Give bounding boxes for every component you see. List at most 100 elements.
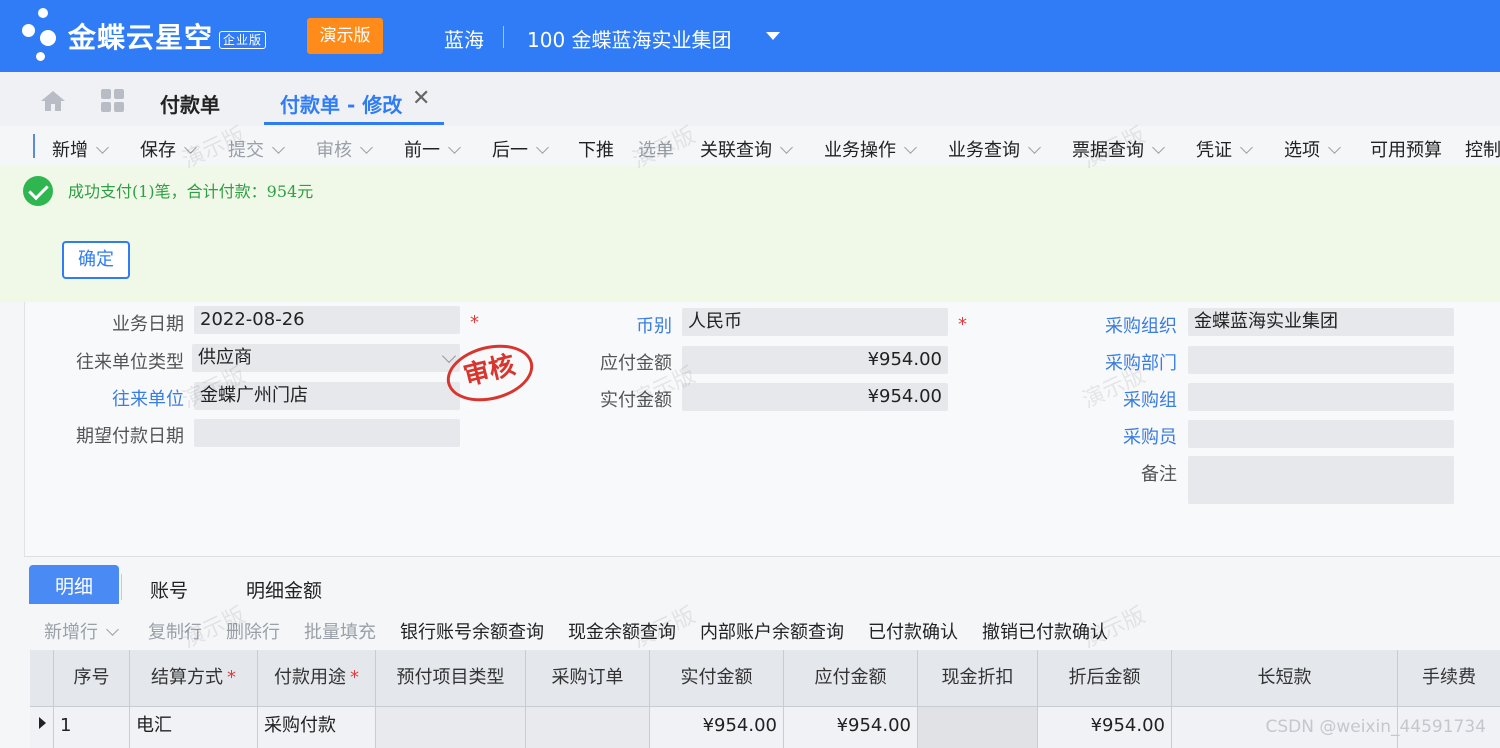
confirm-button[interactable]: 确定 xyxy=(62,241,130,279)
home-icon[interactable] xyxy=(40,90,66,112)
column-header[interactable]: 折后金额 xyxy=(1038,650,1172,706)
buyer-label[interactable]: 采购员 xyxy=(1123,423,1177,449)
tab-detail[interactable]: 明细 xyxy=(29,565,119,605)
select-bill-button[interactable]: 选单 xyxy=(638,136,674,162)
paid-amount-field[interactable]: ¥954.00 xyxy=(682,383,948,411)
chevron-down-icon[interactable] xyxy=(780,141,793,154)
payable-amount-field[interactable]: ¥954.00 xyxy=(682,346,948,374)
currency-field[interactable]: 人民币 xyxy=(682,308,948,336)
partner-type-select[interactable]: 供应商 xyxy=(192,344,460,372)
chevron-down-icon[interactable] xyxy=(96,141,109,154)
currency-label[interactable]: 币别 xyxy=(636,312,672,338)
bank-balance-query-button[interactable]: 银行账号余额查询 xyxy=(400,618,544,644)
chevron-down-icon[interactable] xyxy=(184,141,197,154)
chevron-down-icon[interactable] xyxy=(1240,141,1253,154)
cash-balance-query-button[interactable]: 现金余额查询 xyxy=(568,618,676,644)
chevron-down-icon[interactable] xyxy=(448,141,461,154)
related-query-button[interactable]: 关联查询 xyxy=(700,136,793,162)
chevron-down-icon[interactable] xyxy=(1152,141,1165,154)
tab-payment-list[interactable]: 付款单 xyxy=(160,89,220,118)
org-dropdown-icon[interactable] xyxy=(766,32,780,40)
purchase-group-field[interactable] xyxy=(1188,383,1454,411)
save-button[interactable]: 保存 xyxy=(140,136,197,162)
audit-button[interactable]: 审核 xyxy=(316,136,373,162)
column-header[interactable]: 付款用途 * xyxy=(258,650,376,706)
column-header[interactable]: 预付项目类型 xyxy=(376,650,526,706)
new-button[interactable]: 新增 xyxy=(52,136,109,162)
purchase-group-label[interactable]: 采购组 xyxy=(1123,386,1177,412)
tab-payment-edit[interactable]: 付款单 - 修改 xyxy=(280,89,402,118)
internal-account-query-button[interactable]: 内部账户余额查询 xyxy=(700,618,844,644)
bill-query-button[interactable]: 票据查询 xyxy=(1072,136,1165,162)
chevron-down-icon[interactable] xyxy=(272,141,285,154)
business-operation-button[interactable]: 业务操作 xyxy=(824,136,917,162)
close-icon[interactable]: ✕ xyxy=(412,86,430,111)
app-grid-icon[interactable] xyxy=(101,89,125,113)
paid-confirm-button[interactable]: 已付款确认 xyxy=(868,618,958,644)
cell-seq[interactable]: 1 xyxy=(54,707,130,748)
available-budget-button[interactable]: 可用预算 xyxy=(1370,136,1442,162)
column-header[interactable]: 采购订单 xyxy=(526,650,650,706)
submit-button[interactable]: 提交 xyxy=(228,136,285,162)
column-header[interactable]: 应付金额 xyxy=(784,650,918,706)
payable-amount-label: 应付金额 xyxy=(600,353,672,374)
cell-purchase-order[interactable] xyxy=(526,707,650,748)
add-row-label: 新增行 xyxy=(44,622,98,643)
required-mark: * xyxy=(227,667,236,688)
purchase-org-field[interactable]: 金蝶蓝海实业集团 xyxy=(1188,308,1454,336)
purchase-dept-label[interactable]: 采购部门 xyxy=(1105,349,1177,375)
remark-field[interactable] xyxy=(1188,456,1454,504)
check-circle-icon xyxy=(23,176,53,206)
cell-discounted-amount[interactable]: ¥954.00 xyxy=(1038,707,1172,748)
column-header[interactable]: 手续费 xyxy=(1398,650,1500,706)
column-header[interactable]: 结算方式 * xyxy=(130,650,258,706)
chevron-down-icon[interactable] xyxy=(1328,141,1341,154)
column-header[interactable]: 序号 xyxy=(54,650,130,706)
options-button[interactable]: 选项 xyxy=(1284,136,1341,162)
copy-row-button[interactable]: 复制行 xyxy=(148,618,202,644)
cell-paid-amount[interactable]: ¥954.00 xyxy=(650,707,784,748)
success-message-text: 成功支付(1)笔，合计付款：954元 xyxy=(68,182,314,201)
user-name[interactable]: 蓝海 xyxy=(444,24,484,53)
required-mark: * xyxy=(470,312,479,333)
next-button[interactable]: 后一 xyxy=(492,136,549,162)
org-selector[interactable]: 100 金蝶蓝海实业集团 xyxy=(527,24,732,53)
column-header[interactable]: 实付金额 xyxy=(650,650,784,706)
audit-label: 审核 xyxy=(316,140,352,161)
buyer-field[interactable] xyxy=(1188,420,1454,448)
batch-fill-button[interactable]: 批量填充 xyxy=(304,618,376,644)
cell-prepay-type[interactable] xyxy=(376,707,526,748)
partner-label[interactable]: 往来单位 xyxy=(112,385,184,411)
column-header[interactable]: 长短款 xyxy=(1172,650,1398,706)
cell-payable-amount[interactable]: ¥954.00 xyxy=(784,707,918,748)
chevron-down-icon[interactable] xyxy=(1028,141,1041,154)
chevron-down-icon[interactable] xyxy=(106,623,119,636)
column-header-label: 付款用途 xyxy=(274,667,346,688)
add-row-button[interactable]: 新增行 xyxy=(44,618,119,644)
tab-detail-amount[interactable]: 明细金额 xyxy=(246,576,322,603)
expected-date-field[interactable] xyxy=(194,419,460,447)
column-header[interactable]: 现金折扣 xyxy=(918,650,1038,706)
voucher-button[interactable]: 凭证 xyxy=(1196,136,1253,162)
push-down-button[interactable]: 下推 xyxy=(578,136,614,162)
tab-account[interactable]: 账号 xyxy=(150,576,188,603)
cancel-paid-confirm-button[interactable]: 撤销已付款确认 xyxy=(982,618,1108,644)
partner-field[interactable]: 金蝶广州门店 xyxy=(194,382,460,410)
chevron-down-icon[interactable] xyxy=(360,141,373,154)
edition-badge: 企业版 xyxy=(219,30,267,49)
business-query-button[interactable]: 业务查询 xyxy=(948,136,1041,162)
delete-row-button[interactable]: 删除行 xyxy=(226,618,280,644)
csdn-watermark: CSDN @weixin_44591734 xyxy=(1265,717,1486,737)
chevron-down-icon[interactable] xyxy=(536,141,549,154)
previous-button[interactable]: 前一 xyxy=(404,136,461,162)
purchase-dept-field[interactable] xyxy=(1188,346,1454,374)
detail-tab-bar: 明细 账号 明细金额 xyxy=(24,558,1500,605)
cell-cash-discount[interactable] xyxy=(918,707,1038,748)
biz-date-field[interactable]: 2022-08-26 xyxy=(194,306,460,334)
kingdee-logo-icon xyxy=(22,8,62,64)
control-button[interactable]: 控制 xyxy=(1465,136,1500,162)
chevron-down-icon[interactable] xyxy=(904,141,917,154)
cell-purpose[interactable]: 采购付款 xyxy=(258,707,376,748)
purchase-org-label[interactable]: 采购组织 xyxy=(1105,312,1177,338)
cell-settle-type[interactable]: 电汇 xyxy=(130,707,258,748)
